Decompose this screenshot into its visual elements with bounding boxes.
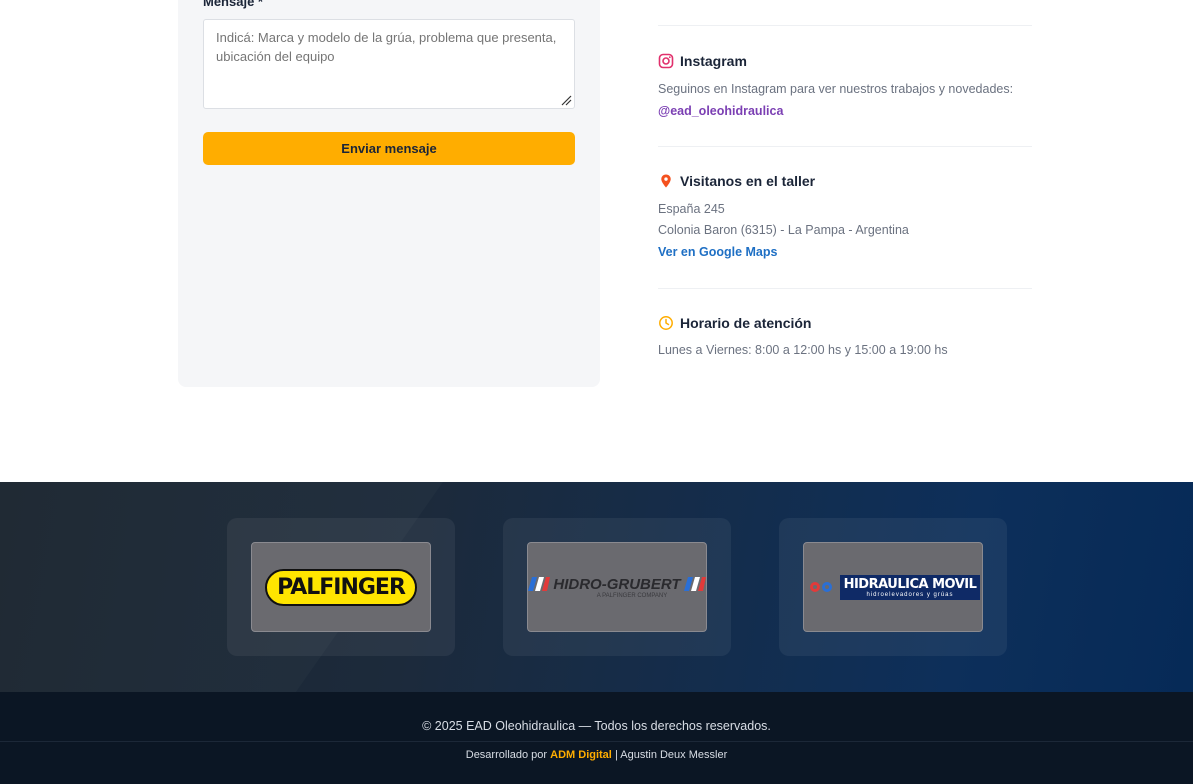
stripes-icon <box>683 577 706 591</box>
brand-tile-hidro-grubert: HIDRO-GRUBERT A PALFINGER COMPANY <box>503 518 731 656</box>
brand-tile-palfinger: PALFINGER <box>227 518 455 656</box>
divider <box>658 146 1032 147</box>
instagram-title: Instagram <box>680 53 747 69</box>
brands-section: PALFINGER HIDRO-GRUBERT A PALFINGER COMP… <box>0 482 1193 692</box>
message-label: Mensaje * <box>203 0 263 9</box>
google-maps-link[interactable]: Ver en Google Maps <box>658 245 777 259</box>
instagram-handle-link[interactable]: @ead_oleohidraulica <box>658 104 783 118</box>
developer-credit: Desarrollado por ADM Digital | Agustin D… <box>465 749 728 761</box>
hours-schedule: Lunes a Viernes: 8:00 a 12:00 hs y 15:00… <box>658 343 948 357</box>
instagram-icon <box>658 53 674 69</box>
stripes-icon <box>528 577 551 591</box>
divider <box>658 25 1032 26</box>
footer-divider <box>0 741 1193 742</box>
location-title: Visitanos en el taller <box>680 173 816 189</box>
clock-icon <box>659 316 673 330</box>
site-footer: © 2025 EAD Oleohidraulica — Todos los de… <box>0 692 1193 784</box>
brand-card: PALFINGER <box>251 542 431 632</box>
instagram-description: Seguinos en Instagram para ver nuestros … <box>658 82 1014 96</box>
palfinger-logo: PALFINGER <box>265 568 417 606</box>
resize-handle-icon[interactable] <box>561 95 572 106</box>
address-line-2: Colonia Baron (6315) - La Pampa - Argent… <box>658 223 909 237</box>
brand-card: HIDRAULICA MOVIL hidroelevadores y grúas <box>803 542 983 632</box>
hours-heading: Horario de atención <box>658 315 811 331</box>
brand-card: HIDRO-GRUBERT A PALFINGER COMPANY <box>527 542 707 632</box>
hours-title: Horario de atención <box>680 315 812 331</box>
address-line-1: España 245 <box>658 202 725 216</box>
divider <box>658 288 1032 289</box>
hidro-grubert-logo: HIDRO-GRUBERT A PALFINGER COMPANY <box>528 576 706 599</box>
adm-digital-link[interactable]: ADM Digital <box>550 749 612 761</box>
brand-tile-hidraulica-movil: HIDRAULICA MOVIL hidroelevadores y grúas <box>779 518 1007 656</box>
copyright-text: © 2025 EAD Oleohidraulica — Todos los de… <box>422 719 771 733</box>
instagram-heading: Instagram <box>658 53 747 69</box>
message-textarea[interactable] <box>203 19 575 109</box>
gear-icon <box>809 582 832 592</box>
contact-section: Mensaje * Enviar mensaje Instagram Segui… <box>0 0 1193 482</box>
location-heading: Visitanos en el taller <box>658 173 815 189</box>
send-message-button[interactable]: Enviar mensaje <box>203 132 575 165</box>
map-pin-icon <box>661 174 671 188</box>
hidraulica-movil-logo: HIDRAULICA MOVIL hidroelevadores y grúas <box>806 574 981 600</box>
